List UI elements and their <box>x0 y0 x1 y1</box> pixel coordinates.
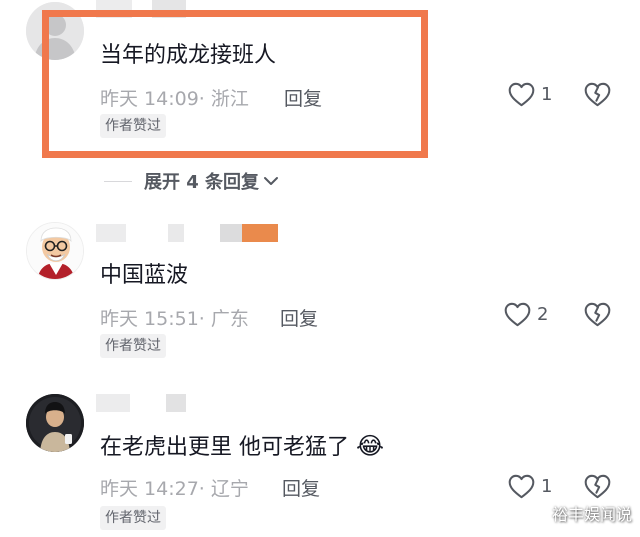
comment-time: 昨天 14:27 <box>100 478 199 500</box>
author-liked-badge: 作者赞过 <box>100 506 166 530</box>
broken-heart-icon <box>584 474 611 499</box>
expand-replies-label: 展开 4 条回复 <box>144 172 260 193</box>
reply-button[interactable]: 回复 <box>282 474 320 501</box>
comment-meta: 昨天 14:27· 辽宁 <box>100 474 249 501</box>
like-count: 1 <box>541 84 553 105</box>
dislike-button[interactable] <box>584 302 611 331</box>
author-liked-badge: 作者赞过 <box>100 334 166 358</box>
broken-heart-icon <box>584 82 611 107</box>
like-button[interactable]: 1 <box>508 474 552 499</box>
heart-icon <box>504 302 531 327</box>
character-avatar-icon <box>26 394 84 452</box>
cartoon-avatar-icon <box>27 223 83 279</box>
highlight-frame <box>42 10 428 158</box>
dislike-button[interactable] <box>584 474 611 503</box>
comment-time: 昨天 15:51 <box>100 308 199 330</box>
like-count: 2 <box>537 304 549 325</box>
expand-replies-button[interactable]: 展开 4 条回复 <box>104 168 280 194</box>
comment-text: 在老虎出更里 他可老猛了 😂 <box>100 432 384 462</box>
dislike-button[interactable] <box>584 82 611 111</box>
broken-heart-icon <box>584 302 611 327</box>
comment-location: · 广东 <box>198 308 249 330</box>
heart-icon <box>508 82 535 107</box>
reply-button[interactable]: 回复 <box>280 304 318 331</box>
comment-location: · 辽宁 <box>198 478 249 500</box>
avatar[interactable] <box>26 222 84 280</box>
heart-icon <box>508 474 535 499</box>
comment-text-body: 在老虎出更里 他可老猛了 <box>100 435 349 460</box>
comment-text: 中国蓝波 <box>100 263 189 288</box>
comment-item-3: 在老虎出更里 他可老猛了 😂 昨天 14:27· 辽宁 回复 作者赞过 1 <box>0 390 640 537</box>
like-button[interactable]: 1 <box>508 82 552 107</box>
divider <box>104 180 132 182</box>
like-button[interactable]: 2 <box>504 302 548 327</box>
like-count: 1 <box>541 476 553 497</box>
chevron-down-icon <box>264 177 279 185</box>
watermark: 裕丰娱闻说 <box>551 505 632 524</box>
laughing-emoji-icon: 😂 <box>356 432 385 460</box>
comment-item-2: 中国蓝波 昨天 15:51· 广东 回复 作者赞过 2 <box>0 220 640 370</box>
avatar[interactable] <box>26 394 84 452</box>
comment-meta: 昨天 15:51· 广东 <box>100 304 249 331</box>
